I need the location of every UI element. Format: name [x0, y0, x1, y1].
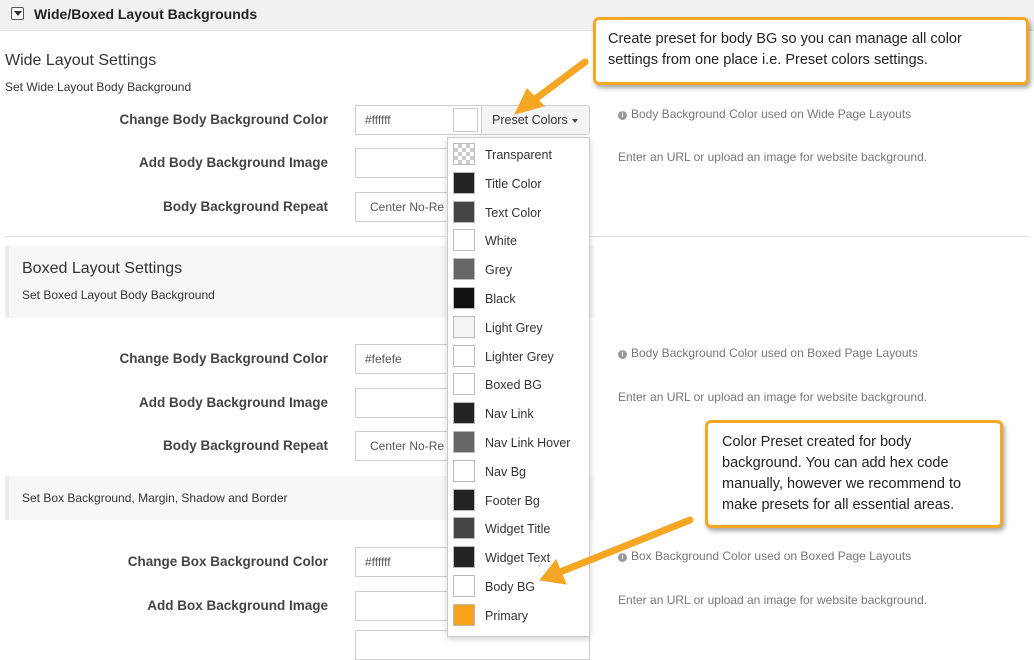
arrow-top-line: [530, 58, 589, 104]
arrow-bottom-line: [556, 516, 694, 576]
annotation-arrows: [514, 58, 694, 585]
